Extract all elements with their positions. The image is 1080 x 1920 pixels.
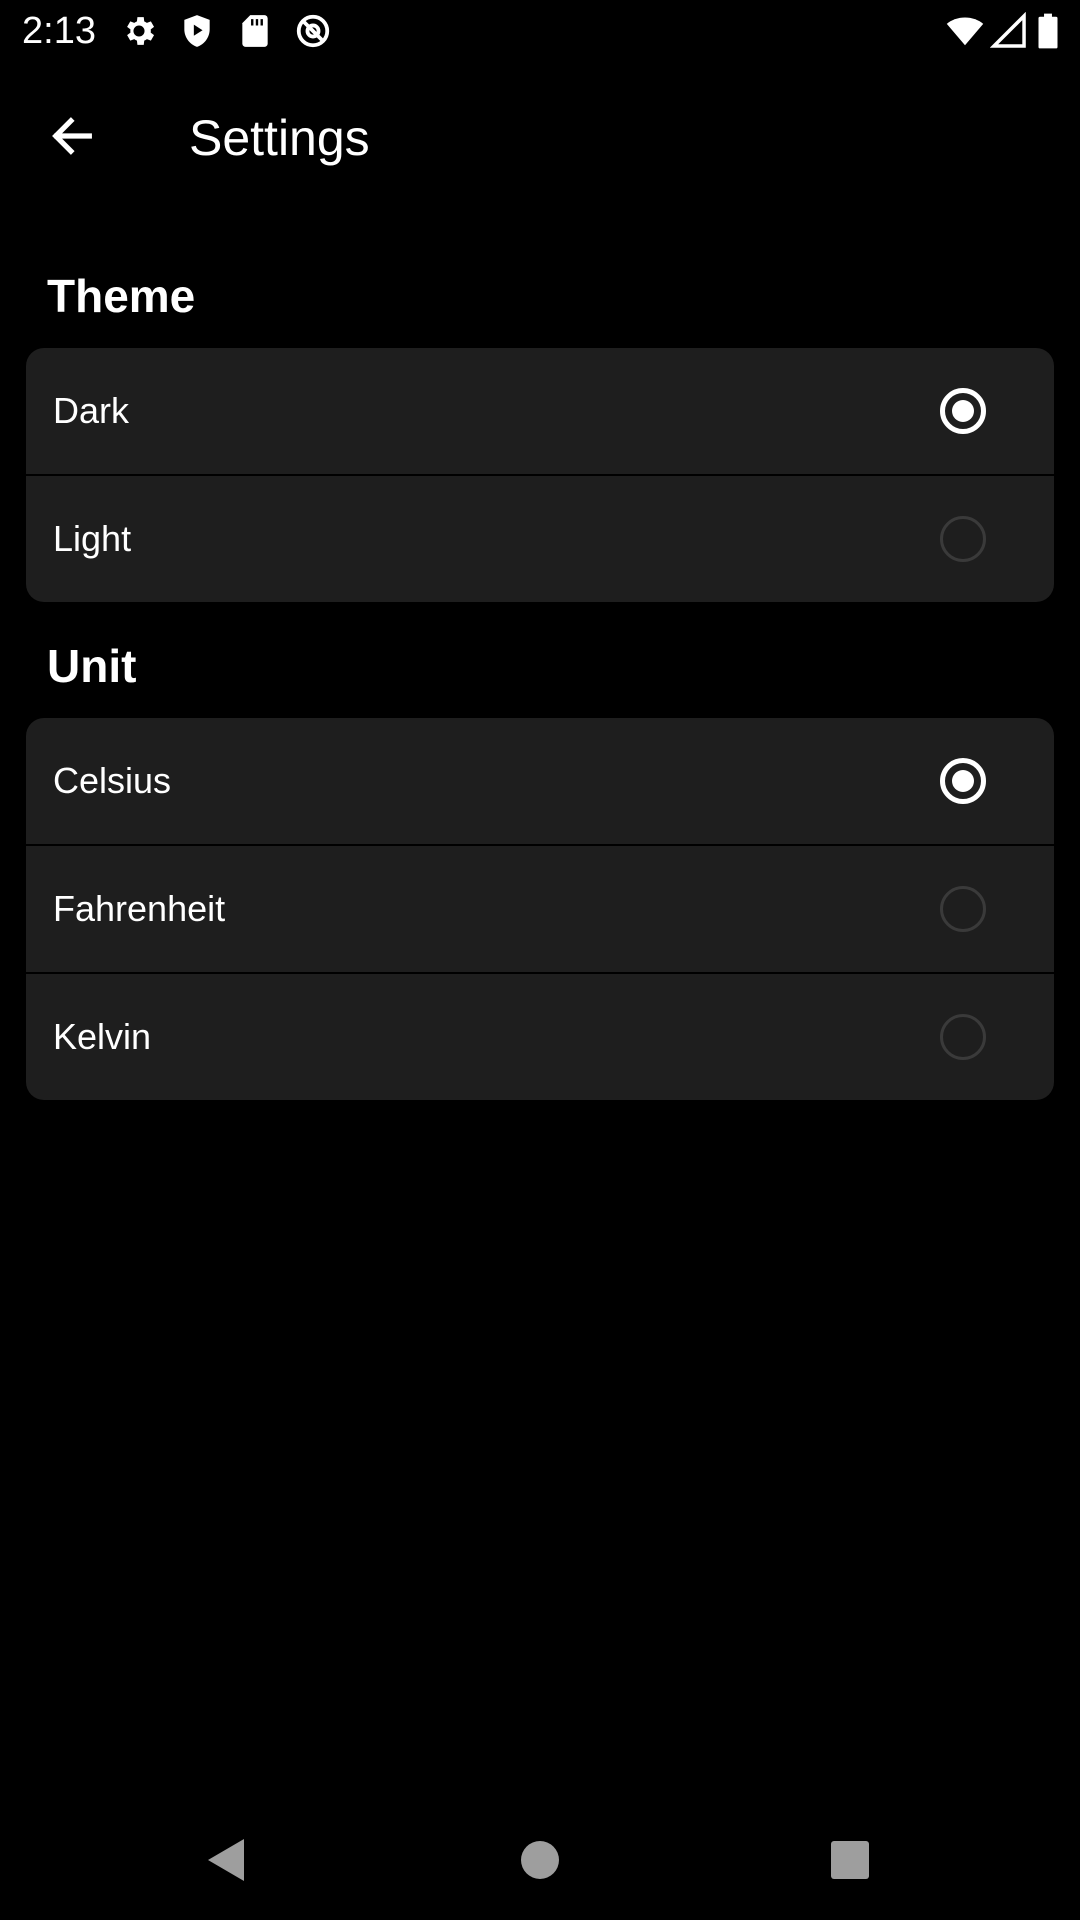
arrow-back-icon: [46, 110, 98, 167]
unit-option-fahrenheit[interactable]: Fahrenheit: [26, 844, 1054, 972]
home-circle-icon: [520, 1840, 560, 1880]
theme-options-card: Dark Light: [26, 348, 1054, 602]
at-sign-icon: [294, 12, 332, 50]
radio-button[interactable]: [940, 516, 986, 562]
wifi-icon: [944, 12, 986, 50]
status-bar: 2:13: [0, 0, 1080, 64]
unit-section-title: Unit: [47, 640, 137, 692]
sd-card-icon: [236, 12, 274, 50]
option-label: Light: [53, 518, 132, 559]
unit-option-kelvin[interactable]: Kelvin: [26, 972, 1054, 1100]
radio-button-selected[interactable]: [940, 388, 986, 434]
nav-back-button[interactable]: [196, 1830, 256, 1890]
cellular-signal-icon: [990, 12, 1028, 50]
page-title: Settings: [189, 110, 370, 166]
back-triangle-icon: [204, 1837, 248, 1883]
status-time: 2:13: [22, 10, 96, 52]
nav-recents-button[interactable]: [820, 1830, 880, 1890]
option-label: Fahrenheit: [53, 888, 226, 929]
battery-icon: [1036, 12, 1060, 50]
theme-option-light[interactable]: Light: [26, 474, 1054, 602]
radio-button[interactable]: [940, 886, 986, 932]
radio-button[interactable]: [940, 1014, 986, 1060]
app-bar: Settings: [0, 80, 1080, 194]
radio-button-selected[interactable]: [940, 758, 986, 804]
option-label: Kelvin: [53, 1016, 152, 1057]
gear-icon: [120, 12, 158, 50]
system-nav-bar: [0, 1800, 1080, 1920]
shield-play-icon: [178, 12, 216, 50]
option-label: Celsius: [53, 760, 172, 801]
unit-option-celsius[interactable]: Celsius: [26, 718, 1054, 844]
recents-square-icon: [830, 1840, 870, 1880]
theme-section-title: Theme: [47, 270, 196, 322]
settings-screen: 2:13 Settings Theme Dark Light Unit Cels…: [0, 0, 1080, 1920]
option-label: Dark: [53, 390, 130, 431]
unit-options-card: Celsius Fahrenheit Kelvin: [26, 718, 1054, 1100]
nav-home-button[interactable]: [510, 1830, 570, 1890]
back-button[interactable]: [42, 108, 102, 168]
theme-option-dark[interactable]: Dark: [26, 348, 1054, 474]
